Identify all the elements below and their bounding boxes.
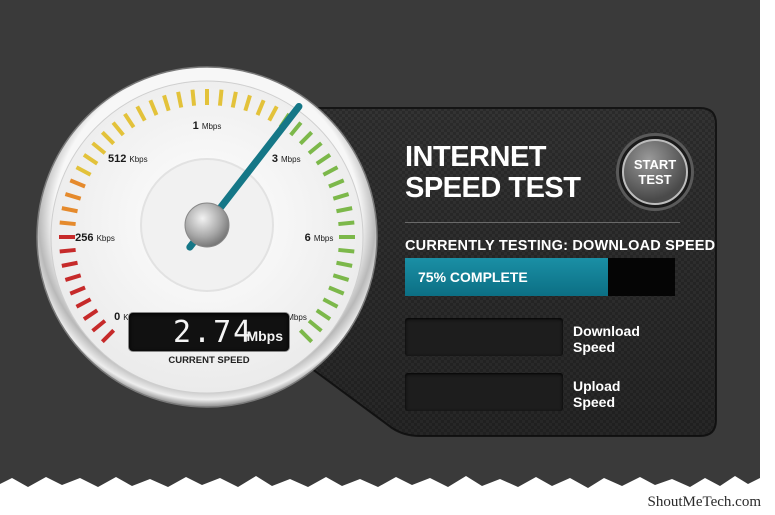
upload-label-line-1: Upload bbox=[573, 378, 621, 394]
panel-divider bbox=[405, 222, 680, 223]
test-progress-bar: 75% COMPLETE bbox=[405, 258, 675, 296]
gauge-tick-label: 6 Mbps bbox=[305, 232, 334, 244]
start-button-face[interactable]: START TEST bbox=[622, 139, 688, 205]
gauge-tick-label: 256 Kbps bbox=[75, 232, 115, 244]
gauge-tick-label: 3 Mbps bbox=[272, 153, 301, 165]
gauge-tick bbox=[338, 220, 355, 227]
current-speed-label: CURRENT SPEED bbox=[168, 355, 250, 366]
current-speed-display: 2.74 Mbps bbox=[129, 313, 289, 351]
start-test-button[interactable]: START TEST bbox=[616, 133, 694, 211]
upload-speed-label: Upload Speed bbox=[573, 378, 620, 410]
currently-testing-status: CURRENTLY TESTING: DOWNLOAD SPEED bbox=[405, 238, 716, 254]
upload-label-line-2: Speed bbox=[573, 394, 616, 410]
page-title: INTERNET SPEED TEST bbox=[405, 142, 581, 204]
download-speed-label: Download Speed bbox=[573, 323, 640, 355]
gauge-tick bbox=[190, 89, 197, 106]
progress-label: 75% COMPLETE bbox=[418, 269, 528, 285]
upload-speed-box bbox=[405, 373, 563, 411]
watermark: ShoutMeTech.com bbox=[647, 494, 761, 510]
current-speed-value: 2.74 bbox=[173, 315, 254, 350]
gauge-tick bbox=[59, 220, 76, 227]
gauge-tick-label: 512 Kbps bbox=[108, 153, 148, 165]
gauge-tick bbox=[59, 247, 76, 254]
current-speed-unit: Mbps bbox=[246, 328, 283, 344]
gauge-tick-label: 1 Mbps bbox=[193, 120, 222, 132]
download-label-line-1: Download bbox=[573, 323, 640, 339]
title-line-1: INTERNET bbox=[405, 141, 546, 173]
start-button-line-2: TEST bbox=[638, 172, 672, 187]
download-speed-box bbox=[405, 318, 563, 356]
gauge-tick bbox=[217, 89, 224, 106]
gauge-tick bbox=[338, 247, 355, 254]
start-button-line-1: START bbox=[633, 157, 677, 172]
title-line-2: SPEED TEST bbox=[405, 172, 581, 204]
download-label-line-2: Speed bbox=[573, 339, 616, 355]
gauge-hub bbox=[184, 202, 230, 248]
